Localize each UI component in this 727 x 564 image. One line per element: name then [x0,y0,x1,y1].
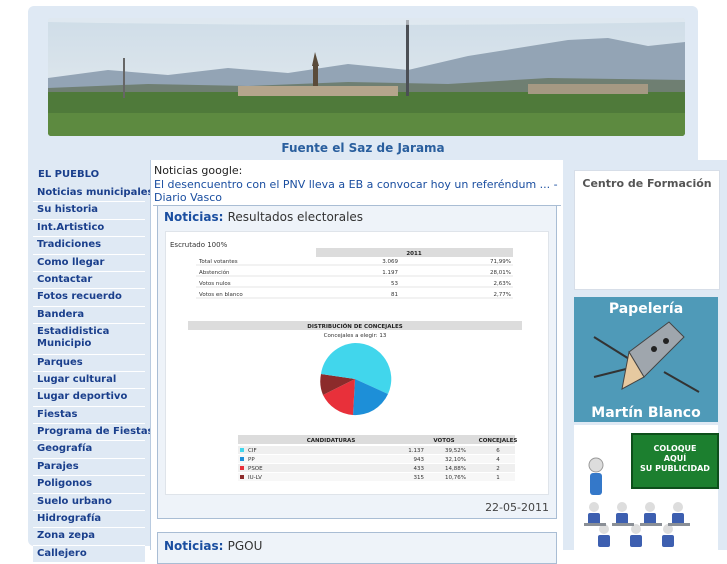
party-seats: 2 [496,466,500,472]
party-name: PSOE [248,466,263,472]
party-pct: 39,52% [445,448,466,454]
main-content: Noticias google: El desencuentro con el … [150,160,565,564]
sidebar-item-contactar[interactable]: Contactar [33,271,145,290]
news-headline[interactable]: Resultados electorales [228,210,363,224]
news-headline[interactable]: PGOU [228,539,263,553]
pencil-illustration-icon [593,321,700,393]
sidebar-item-como-llegar[interactable]: Como llegar [33,254,145,272]
distribution-subtitle: Concejales a elegir: 13 [324,333,387,339]
election-results-image[interactable]: Escrutado 100% 2011 Total votantes 3.069… [165,231,549,495]
ad-training-title: Centro de Formación [582,177,712,190]
stat-row-label: Abstención [199,269,230,276]
news-label[interactable]: Noticias [164,539,219,553]
stat-row-pct: 71,99% [490,259,511,265]
ads-column: Centro de Formación Papelería Martín Bla… [563,160,727,550]
party-pct: 10,76% [445,475,466,481]
news-title[interactable]: Noticias: PGOU [164,539,262,553]
news-label[interactable]: Noticias [164,210,219,224]
stat-row-label: Votos en blanco [199,292,243,298]
stat-row-count: 81 [391,292,398,298]
sidebar-item-zona-zepa[interactable]: Zona zepa [33,528,145,546]
party-name: IU-LV [248,475,262,481]
party-votes: 315 [414,475,425,481]
stat-row-count: 1.197 [382,270,398,276]
sidebar-heading: EL PUEBLO [38,169,100,180]
sidebar-item-parajes[interactable]: Parajes [33,458,145,477]
ad-training-center[interactable]: Centro de Formación [574,170,720,290]
sidebar-item-lugar-deportivo[interactable]: Lugar deportivo [33,389,145,407]
results-year: 2011 [406,251,421,257]
classroom-illustration-icon [584,457,690,547]
party-name: CIF [248,448,257,454]
stat-row-pct: 2,63% [494,281,511,287]
stat-row-label: Votos nulos [199,281,231,287]
stat-row-pct: 28,01% [490,270,511,276]
news-card: Noticias: PGOU [157,532,557,564]
sidebar-item-su-historia[interactable]: Su historia [33,202,145,220]
sidebar-item-poligonos[interactable]: Poligonos [33,476,145,494]
sidebar-menu: EL PUEBLO Noticias municipales Su histor… [33,165,154,564]
ad-advertise-here[interactable]: COLOQUE AQUÍ SU PUBLICIDAD [574,425,719,550]
sidebar-item-bandera[interactable]: Bandera [33,306,145,325]
sidebar-item-estadistica[interactable]: Estadidistica Municipio [33,324,145,355]
party-seats: 1 [496,475,500,481]
news-label-separator: : [218,539,228,553]
google-news-label: Noticias google: [154,164,243,177]
sidebar-item-noticias-municipales[interactable]: Noticias municipales [33,185,154,203]
results-stats-rows: Total votantes 3.069 71,99% Abstención 1… [196,259,513,299]
stat-row-count: 3.069 [382,259,398,265]
stat-row-label: Total votantes [198,259,238,265]
news-label-separator: : [218,210,228,224]
sidebar-item-callejero[interactable]: Callejero [33,545,145,564]
votes-header: VOTOS [433,438,454,444]
sidebar-item-fotos-recuerdo[interactable]: Fotos recuerdo [33,289,145,307]
sidebar-item-parques[interactable]: Parques [33,354,145,372]
news-title[interactable]: Noticias: Resultados electorales [164,210,363,224]
stat-row-pct: 2,77% [494,292,511,298]
banner-image [48,18,685,136]
sidebar-item-int-artistico[interactable]: Int.Artistico [33,219,145,238]
ad-stationery-name: Martín Blanco [591,405,701,421]
party-votes: 1.137 [408,448,424,454]
sidebar-item-suelo-urbano[interactable]: Suelo urbano [33,493,145,512]
party-name: PP [248,457,255,463]
seats-pie-chart [320,342,392,416]
google-news-headline-link[interactable]: El desencuentro con el PNV lleva a EB a … [154,178,559,204]
news-card: Noticias: Resultados electorales Escruta… [157,205,557,519]
party-rows: CIF 1.137 39,52% 6 PP 943 32,10% 4 PSOE … [238,446,515,481]
news-date: 22-05-2011 [485,501,549,514]
sidebar-item-geografia[interactable]: Geografía [33,441,145,459]
candidates-header: CANDIDATURAS [307,438,356,444]
party-seats: 6 [496,448,500,454]
sidebar-item-hidrografia[interactable]: Hidrografía [33,511,145,529]
results-escrutado: Escrutado 100% [170,241,228,249]
stat-row-count: 53 [391,281,398,287]
sidebar-item-programa-fiestas[interactable]: Programa de Fiestas [33,424,154,442]
party-pct: 14,88% [445,466,466,472]
sidebar-item-fiestas[interactable]: Fiestas [33,406,145,425]
party-votes: 433 [414,466,425,472]
ad-stationery[interactable]: Papelería Martín Blanco [574,297,718,422]
site-title: Fuente el Saz de Jarama [281,141,445,155]
distribution-title: DISTRIBUCIÓN DE CONCEJALES [307,323,402,330]
sidebar-item-tradiciones[interactable]: Tradiciones [33,237,145,255]
seats-header: CONCEJALES [479,438,518,444]
sidebar-item-lugar-cultural[interactable]: Lugar cultural [33,371,145,390]
party-pct: 32,10% [445,457,466,463]
party-votes: 943 [414,457,425,463]
party-seats: 4 [496,457,500,463]
